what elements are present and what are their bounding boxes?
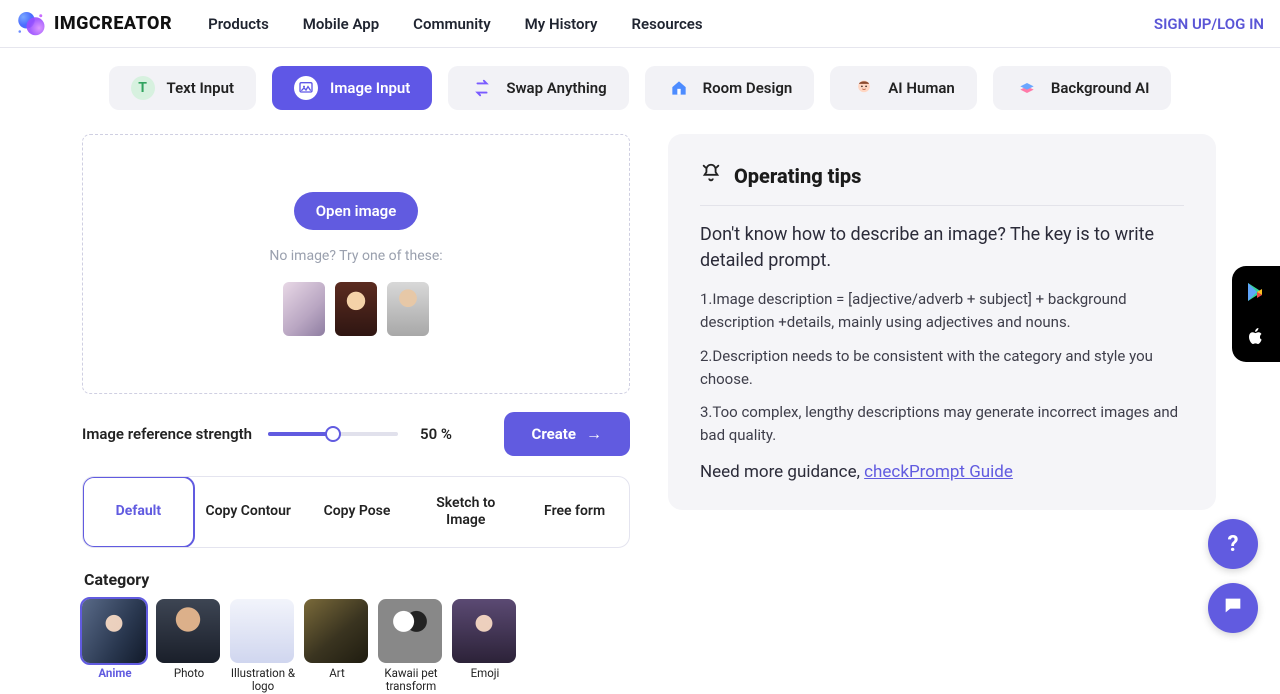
swap-icon	[470, 76, 494, 100]
nav-community[interactable]: Community	[413, 15, 491, 33]
strength-slider[interactable]	[268, 425, 398, 443]
store-badges	[1232, 266, 1280, 362]
create-label: Create	[532, 425, 576, 443]
strength-value: 50 %	[420, 425, 452, 443]
mode-label: AI Human	[888, 79, 955, 97]
style-tab-default[interactable]: Default	[82, 476, 195, 548]
nav-mobile-app[interactable]: Mobile App	[303, 15, 379, 33]
apple-icon[interactable]	[1244, 324, 1268, 348]
category-anime[interactable]: Anime	[82, 599, 148, 694]
category-thumb	[230, 599, 294, 663]
chat-icon	[1222, 594, 1244, 622]
help-fab[interactable]: ?	[1208, 519, 1258, 569]
category-thumb	[156, 599, 220, 663]
nav-resources[interactable]: Resources	[632, 15, 703, 33]
auth-link[interactable]: SIGN UP/LOG IN	[1154, 15, 1264, 33]
sample-images	[283, 282, 429, 336]
style-tab-bar: Default Copy Contour Copy Pose Sketch to…	[82, 476, 630, 548]
nav-my-history[interactable]: My History	[525, 15, 598, 33]
category-thumb	[452, 599, 516, 663]
mode-tab-room-design[interactable]: Room Design	[645, 66, 815, 110]
main-nav: Products Mobile App Community My History…	[208, 15, 702, 33]
tips-heading: Operating tips	[734, 164, 861, 188]
category-photo[interactable]: Photo	[156, 599, 222, 694]
category-label: Anime	[98, 666, 131, 680]
brand-mark-icon	[16, 11, 46, 37]
house-icon	[667, 76, 691, 100]
style-tab-free-form[interactable]: Free form	[520, 477, 629, 547]
category-illustration-logo[interactable]: Illustration & logo	[230, 599, 296, 694]
mode-tab-background-ai[interactable]: Background AI	[993, 66, 1172, 110]
prompt-guide-link[interactable]: checkPrompt Guide	[864, 462, 1013, 482]
category-thumb	[82, 599, 146, 663]
category-title: Category	[84, 570, 630, 589]
style-tab-copy-pose[interactable]: Copy Pose	[303, 477, 412, 547]
layers-icon	[1015, 76, 1039, 100]
tips-item-1: 1.Image description = [adjective/adverb …	[700, 288, 1184, 335]
mode-label: Background AI	[1051, 79, 1150, 97]
face-icon	[852, 76, 876, 100]
category-thumb	[304, 599, 368, 663]
sample-image-3[interactable]	[387, 282, 429, 336]
operating-tips-panel: Operating tips Don't know how to describ…	[668, 134, 1216, 510]
mode-label: Room Design	[703, 79, 793, 97]
mode-tab-text-input[interactable]: T Text Input	[109, 66, 257, 110]
category-thumb	[378, 599, 442, 663]
category-emoji[interactable]: Emoji	[452, 599, 518, 694]
image-icon	[294, 76, 318, 100]
create-button[interactable]: Create →	[504, 412, 630, 456]
category-art[interactable]: Art	[304, 599, 370, 694]
arrow-right-icon: →	[586, 424, 602, 444]
mode-tab-swap-anything[interactable]: Swap Anything	[448, 66, 628, 110]
mode-label: Swap Anything	[506, 79, 606, 97]
slider-thumb[interactable]	[325, 426, 341, 442]
tips-lead: Don't know how to describe an image? The…	[700, 222, 1184, 274]
category-label: Illustration & logo	[231, 666, 295, 694]
mode-tab-bar: T Text Input Image Input Swap Anything R…	[0, 48, 1280, 116]
bell-icon	[700, 162, 722, 189]
mode-tab-ai-human[interactable]: AI Human	[830, 66, 977, 110]
category-kawaii-pet[interactable]: Kawaii pet transform	[378, 599, 444, 694]
category-label: Emoji	[471, 666, 500, 680]
style-tab-copy-contour[interactable]: Copy Contour	[194, 477, 303, 547]
category-label: Kawaii pet transform	[384, 666, 437, 694]
mode-tab-image-input[interactable]: Image Input	[272, 66, 432, 110]
tips-more-prefix: Need more guidance,	[700, 462, 864, 482]
question-icon: ?	[1228, 532, 1239, 557]
chat-fab[interactable]	[1208, 583, 1258, 633]
image-upload-dropzone[interactable]: Open image No image? Try one of these:	[82, 134, 630, 394]
open-image-button[interactable]: Open image	[294, 192, 419, 230]
category-label: Art	[329, 666, 344, 680]
tips-item-2: 2.Description needs to be consistent wit…	[700, 345, 1184, 392]
text-icon: T	[131, 76, 155, 100]
category-list: Anime Photo Illustration & logo Art Kawa…	[82, 599, 630, 694]
mode-label: Text Input	[167, 79, 235, 97]
sample-image-1[interactable]	[283, 282, 325, 336]
category-label: Photo	[174, 666, 204, 680]
tips-item-3: 3.Too complex, lengthy descriptions may …	[700, 401, 1184, 448]
no-image-hint: No image? Try one of these:	[269, 248, 442, 264]
sample-image-2[interactable]	[335, 282, 377, 336]
strength-label: Image reference strength	[82, 425, 252, 443]
google-play-icon[interactable]	[1244, 280, 1268, 304]
mode-label: Image Input	[330, 79, 410, 97]
nav-products[interactable]: Products	[208, 15, 269, 33]
brand-logo[interactable]: IMGCREATOR	[16, 11, 172, 37]
brand-text: IMGCREATOR	[54, 13, 172, 34]
style-tab-sketch-to-image[interactable]: Sketch to Image	[411, 477, 520, 547]
